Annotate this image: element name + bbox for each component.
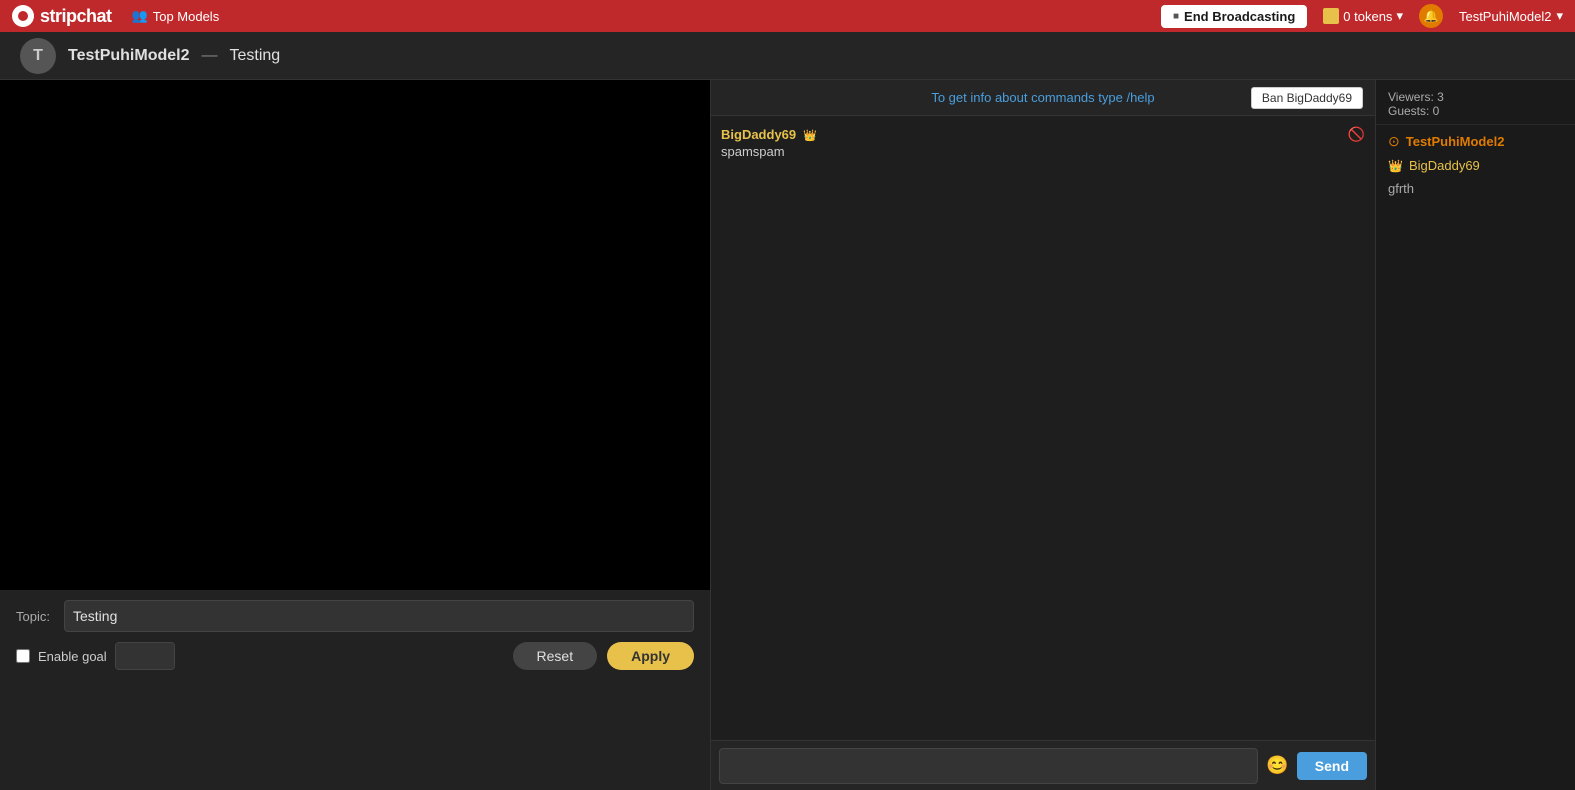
topic-row: Topic: bbox=[16, 600, 694, 632]
model-topic: Testing bbox=[230, 47, 281, 65]
user-menu-chevron: ▾ bbox=[1556, 8, 1563, 24]
user-menu[interactable]: TestPuhiModel2 ▾ bbox=[1459, 8, 1563, 24]
chat-message-header: BigDaddy69 👑 🚫 bbox=[721, 126, 1365, 142]
goal-amount-input[interactable] bbox=[115, 642, 175, 670]
tokens-label: 0 tokens bbox=[1343, 9, 1392, 24]
topic-input[interactable] bbox=[64, 600, 694, 632]
topic-label: Topic: bbox=[16, 609, 56, 624]
user-name: TestPuhiModel2 bbox=[1459, 9, 1552, 24]
viewer-item: ⊙ TestPuhiModel2 bbox=[1388, 133, 1563, 150]
chat-message-text: spamspam bbox=[721, 144, 1365, 159]
chat-message: BigDaddy69 👑 🚫 spamspam bbox=[721, 126, 1365, 159]
viewers-list: ⊙ TestPuhiModel2 👑 BigDaddy69 gfrth bbox=[1376, 125, 1575, 790]
enable-goal-checkbox[interactable] bbox=[16, 649, 30, 663]
avatar: T bbox=[20, 38, 56, 74]
viewer-name-host: TestPuhiModel2 bbox=[1406, 134, 1505, 149]
viewer-name-user: BigDaddy69 bbox=[1409, 158, 1480, 173]
goal-row: Enable goal Reset Apply bbox=[16, 642, 694, 670]
viewer-crown-icon: 👑 bbox=[1388, 159, 1403, 173]
top-models-icon: 👥 bbox=[132, 8, 148, 24]
top-models-button[interactable]: 👥 Top Models bbox=[132, 8, 220, 24]
viewers-count: Viewers: 3 Guests: 0 bbox=[1388, 90, 1563, 118]
model-name: TestPuhiModel2 bbox=[68, 47, 190, 65]
tokens-chevron: ▾ bbox=[1396, 8, 1403, 24]
apply-button[interactable]: Apply bbox=[607, 642, 694, 670]
logo-text: stripchat bbox=[40, 6, 112, 27]
notification-bell[interactable]: 🔔 bbox=[1419, 4, 1443, 28]
video-area bbox=[0, 80, 710, 590]
end-broadcasting-button[interactable]: End Broadcasting bbox=[1161, 5, 1307, 28]
viewer-item: gfrth bbox=[1388, 181, 1563, 196]
subheader: T TestPuhiModel2 — Testing bbox=[0, 32, 1575, 80]
enable-goal-label: Enable goal bbox=[38, 649, 107, 664]
tokens-icon bbox=[1323, 8, 1339, 24]
host-icon: ⊙ bbox=[1388, 133, 1400, 150]
chat-messages: BigDaddy69 👑 🚫 spamspam bbox=[711, 116, 1375, 740]
emoji-button[interactable]: 😊 bbox=[1266, 755, 1288, 776]
viewers-header: Viewers: 3 Guests: 0 bbox=[1376, 80, 1575, 125]
viewer-item: 👑 BigDaddy69 bbox=[1388, 158, 1563, 173]
top-nav: stripchat 👥 Top Models End Broadcasting … bbox=[0, 0, 1575, 32]
viewers-panel: Viewers: 3 Guests: 0 ⊙ TestPuhiModel2 👑 … bbox=[1375, 80, 1575, 790]
logo-icon bbox=[12, 5, 34, 27]
chat-panel: To get info about commands type /help Ba… bbox=[710, 80, 1375, 790]
chat-input[interactable] bbox=[719, 748, 1258, 784]
chat-header: To get info about commands type /help Ba… bbox=[711, 80, 1375, 116]
chat-input-row: 😊 Send bbox=[711, 740, 1375, 790]
ban-tooltip[interactable]: Ban BigDaddy69 bbox=[1251, 87, 1363, 109]
bottom-controls: Topic: Enable goal Reset Apply bbox=[0, 590, 710, 790]
crown-icon: 👑 bbox=[803, 130, 817, 142]
ban-user-icon[interactable]: 🚫 bbox=[1348, 126, 1365, 143]
reset-button[interactable]: Reset bbox=[513, 642, 598, 670]
chat-username: BigDaddy69 bbox=[721, 127, 796, 142]
logo[interactable]: stripchat bbox=[12, 5, 112, 27]
nav-right: End Broadcasting 0 tokens ▾ 🔔 TestPuhiMo… bbox=[1161, 4, 1563, 28]
separator-dash: — bbox=[202, 47, 218, 65]
viewers-count-label: Viewers: 3 bbox=[1388, 90, 1563, 104]
main-content: Topic: Enable goal Reset Apply To get in… bbox=[0, 80, 1575, 790]
viewer-name-guest: gfrth bbox=[1388, 181, 1414, 196]
action-buttons: Reset Apply bbox=[513, 642, 694, 670]
left-panel: Topic: Enable goal Reset Apply bbox=[0, 80, 710, 790]
send-button[interactable]: Send bbox=[1297, 752, 1367, 780]
nav-left: stripchat 👥 Top Models bbox=[12, 5, 219, 27]
tokens-button[interactable]: 0 tokens ▾ bbox=[1323, 8, 1403, 24]
top-models-label: Top Models bbox=[153, 9, 219, 24]
guests-count-label: Guests: 0 bbox=[1388, 104, 1563, 118]
